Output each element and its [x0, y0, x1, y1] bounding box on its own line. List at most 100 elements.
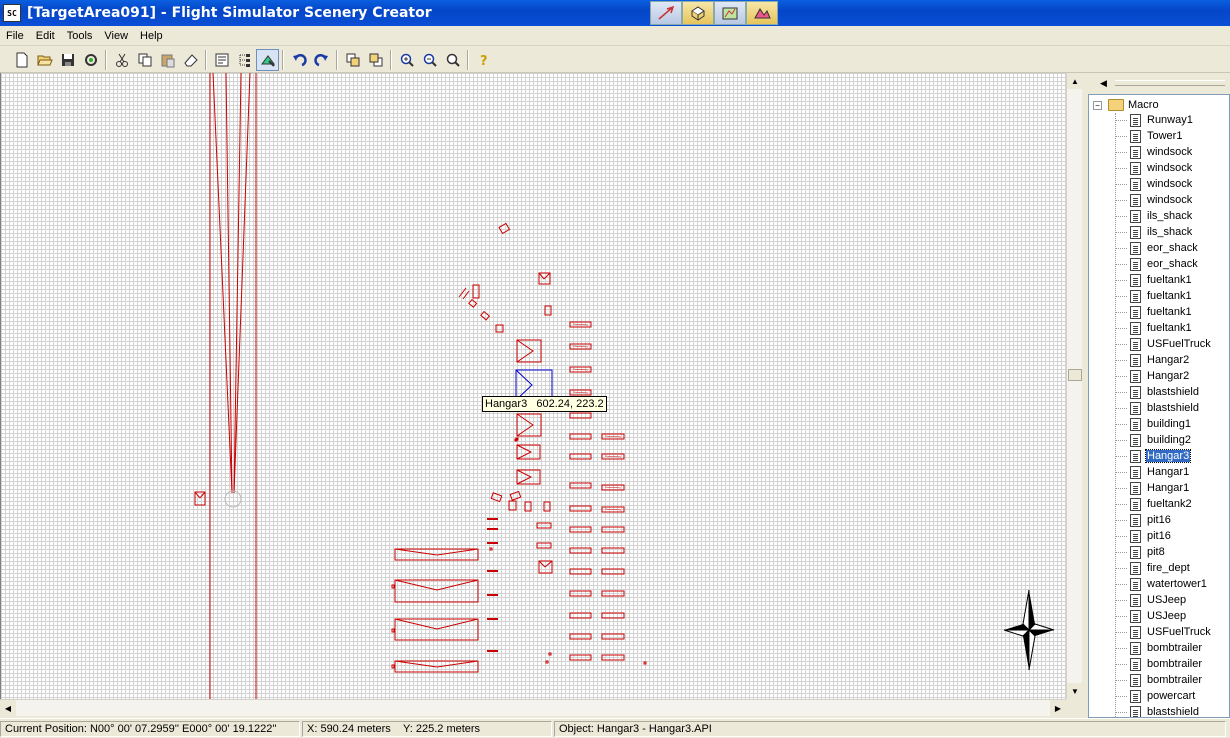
scroll-left-icon[interactable]: ◀	[0, 700, 16, 716]
tree-item[interactable]: eor_shack	[1115, 240, 1212, 256]
tree-item[interactable]: fueltank1	[1115, 304, 1212, 320]
layers-icon[interactable]	[233, 49, 256, 71]
tree-item[interactable]: watertower1	[1115, 576, 1212, 592]
collapse-arrow-icon[interactable]: ◀	[1100, 78, 1107, 89]
tree-item[interactable]: fueltank1	[1115, 320, 1212, 336]
tree-item-label: bombtrailer	[1147, 642, 1203, 654]
send-back-icon[interactable]	[364, 49, 387, 71]
tree-connector	[1115, 327, 1127, 329]
select-object-icon[interactable]	[256, 48, 279, 71]
tree-item[interactable]: Hangar3	[1115, 448, 1212, 464]
tree-connector	[1115, 615, 1127, 617]
tree-item[interactable]: bombtrailer	[1115, 640, 1212, 656]
menu-view[interactable]: View	[98, 30, 134, 42]
tree-connector	[1115, 423, 1127, 425]
tree-root-macro[interactable]: − Macro	[1093, 97, 1159, 113]
tree-item[interactable]: pit8	[1115, 544, 1212, 560]
document-icon	[1130, 241, 1141, 255]
menu-tools[interactable]: Tools	[61, 30, 99, 42]
tree-item[interactable]: ils_shack	[1115, 208, 1212, 224]
zoom-fit-icon[interactable]	[441, 49, 464, 71]
status-object: Object: Hangar3 - Hangar3.API	[554, 720, 1226, 737]
scenery-canvas[interactable]: Hangar3 602.24, 223.2	[0, 73, 1066, 699]
save-icon[interactable]	[56, 49, 79, 71]
plane-icon[interactable]	[650, 1, 682, 25]
tree-item-label: USJeep	[1147, 610, 1187, 622]
tree-item[interactable]: blastshield	[1115, 400, 1212, 416]
tree-item[interactable]: Hangar1	[1115, 480, 1212, 496]
tree-item-label: building1	[1147, 418, 1192, 430]
document-icon	[1130, 225, 1141, 239]
tree-item-label: pit8	[1147, 546, 1165, 558]
tree-item[interactable]: USJeep	[1115, 592, 1212, 608]
tree-item[interactable]: bombtrailer	[1115, 656, 1212, 672]
tree-item[interactable]: building1	[1115, 416, 1212, 432]
tree-connector	[1115, 119, 1127, 121]
scenery-drawing	[194, 73, 1055, 699]
tree-connector	[1115, 167, 1127, 169]
tree-item[interactable]: USFuelTruck	[1115, 336, 1212, 352]
tree-item[interactable]: powercart	[1115, 688, 1212, 704]
tree-item[interactable]: fire_dept	[1115, 560, 1212, 576]
new-file-icon[interactable]	[10, 49, 33, 71]
tree-item[interactable]: bombtrailer	[1115, 672, 1212, 688]
eraser-icon[interactable]	[179, 49, 202, 71]
bring-front-icon[interactable]	[341, 49, 364, 71]
tree-connector	[1115, 439, 1127, 441]
menu-file[interactable]: File	[0, 30, 30, 42]
package-icon[interactable]	[682, 1, 714, 25]
vehicle-object	[490, 492, 503, 503]
tree-item[interactable]: USJeep	[1115, 608, 1212, 624]
object-tree[interactable]: − Macro Runway1 Tower1 windsock windsock win…	[1088, 94, 1230, 718]
toolbar-separator	[390, 49, 392, 70]
eor-shack-object	[472, 284, 480, 299]
tree-item[interactable]: Runway1	[1115, 112, 1212, 128]
scroll-up-icon[interactable]: ▲	[1067, 73, 1083, 89]
tree-item[interactable]: USFuelTruck	[1115, 624, 1212, 640]
scroll-down-icon[interactable]: ▼	[1067, 683, 1083, 699]
vertical-scroll-thumb[interactable]	[1068, 369, 1082, 381]
paste-icon[interactable]	[156, 49, 179, 71]
copy-icon[interactable]	[133, 49, 156, 71]
tree-item[interactable]: Hangar2	[1115, 368, 1212, 384]
tree-item[interactable]: building2	[1115, 432, 1212, 448]
open-folder-icon[interactable]	[33, 49, 56, 71]
document-icon	[1130, 497, 1141, 511]
scroll-right-icon[interactable]: ▶	[1050, 700, 1066, 716]
properties-icon[interactable]	[210, 49, 233, 71]
document-icon	[1130, 593, 1141, 607]
cut-icon[interactable]	[110, 49, 133, 71]
tree-item[interactable]: blastshield	[1115, 704, 1212, 717]
zoom-in-icon[interactable]	[395, 49, 418, 71]
collapse-tree-icon[interactable]: −	[1093, 100, 1102, 110]
menu-help[interactable]: Help	[134, 30, 169, 42]
tree-item[interactable]: pit16	[1115, 528, 1212, 544]
tree-item[interactable]: windsock	[1115, 176, 1212, 192]
tree-item[interactable]: fueltank2	[1115, 496, 1212, 512]
zoom-out-icon[interactable]	[418, 49, 441, 71]
compile-icon[interactable]	[79, 49, 102, 71]
tree-item[interactable]: Tower1	[1115, 128, 1212, 144]
help-icon[interactable]: ?	[472, 49, 495, 71]
tree-item[interactable]: ils_shack	[1115, 224, 1212, 240]
redo-icon[interactable]	[310, 49, 333, 71]
tree-item[interactable]: Hangar1	[1115, 464, 1212, 480]
svg-text:?: ?	[480, 54, 488, 68]
tree-item[interactable]: Hangar2	[1115, 352, 1212, 368]
tree-item-label: blastshield	[1147, 402, 1199, 414]
document-icon	[1130, 513, 1141, 527]
tree-item[interactable]: windsock	[1115, 192, 1212, 208]
tree-item[interactable]: pit16	[1115, 512, 1212, 528]
horizontal-scrollbar[interactable]: ◀ ▶	[0, 699, 1066, 716]
tree-item[interactable]: eor_shack	[1115, 256, 1212, 272]
map-icon[interactable]	[714, 1, 746, 25]
tree-item[interactable]: windsock	[1115, 144, 1212, 160]
terrain-icon[interactable]	[746, 1, 778, 25]
tree-item[interactable]: fueltank1	[1115, 272, 1212, 288]
menu-edit[interactable]: Edit	[30, 30, 61, 42]
undo-icon[interactable]	[287, 49, 310, 71]
tree-item[interactable]: fueltank1	[1115, 288, 1212, 304]
tree-item[interactable]: windsock	[1115, 160, 1212, 176]
tree-item[interactable]: blastshield	[1115, 384, 1212, 400]
vertical-scrollbar[interactable]: ▲ ▼	[1066, 73, 1083, 699]
